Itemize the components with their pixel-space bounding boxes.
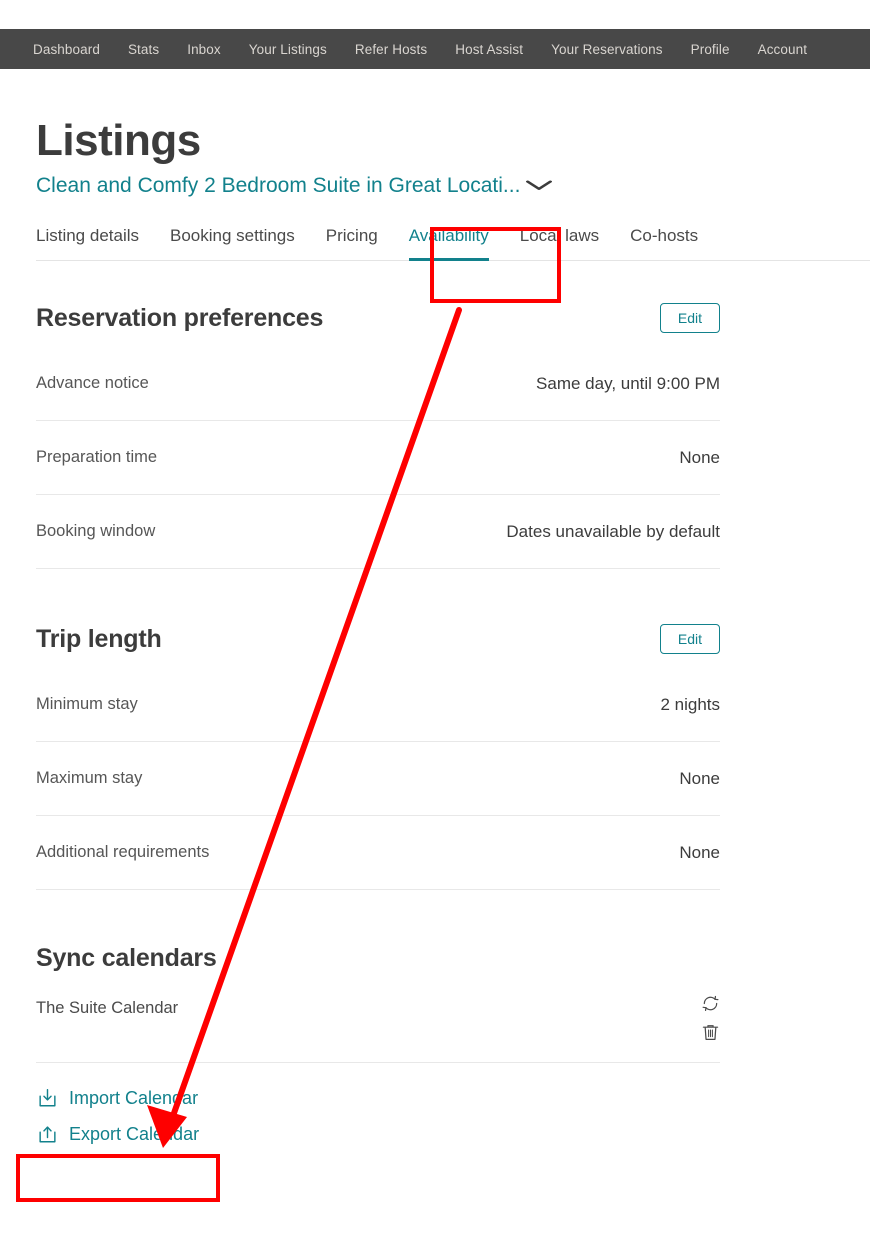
- nav-item-your-reservations[interactable]: Your Reservations: [551, 42, 663, 57]
- preparation-time-value: None: [679, 447, 720, 467]
- booking-window-value: Dates unavailable by default: [506, 521, 720, 541]
- calendar-links: Import Calendar Export Calendar: [36, 1080, 720, 1152]
- reservation-preferences-section: Reservation preferences Edit Advance not…: [36, 303, 720, 570]
- table-row: Minimum stay 2 nights: [36, 668, 720, 743]
- tab-co-hosts[interactable]: Co-hosts: [630, 226, 698, 260]
- reservation-preferences-header: Reservation preferences Edit: [36, 303, 720, 334]
- table-row: Booking window Dates unavailable by defa…: [36, 495, 720, 570]
- additional-requirements-value: None: [679, 842, 720, 862]
- tab-local-laws[interactable]: Local laws: [520, 226, 599, 260]
- trip-length-title: Trip length: [36, 624, 162, 653]
- edit-reservation-preferences-button[interactable]: Edit: [659, 303, 720, 334]
- table-row: Additional requirements None: [36, 816, 720, 891]
- advance-notice-label: Advance notice: [36, 374, 149, 393]
- export-calendar-label: Export Calendar: [69, 1123, 200, 1144]
- export-calendar-link[interactable]: Export Calendar: [36, 1116, 236, 1152]
- import-icon: [36, 1087, 58, 1109]
- edit-trip-length-button[interactable]: Edit: [659, 624, 720, 655]
- annotation-box-export-calendar: [16, 1154, 220, 1202]
- synced-calendar-name: The Suite Calendar: [36, 999, 179, 1018]
- nav-item-dashboard[interactable]: Dashboard: [33, 42, 100, 57]
- minimum-stay-label: Minimum stay: [36, 695, 138, 714]
- advance-notice-value: Same day, until 9:00 PM: [536, 373, 720, 393]
- nav-item-account[interactable]: Account: [758, 42, 807, 57]
- sync-calendars-header: Sync calendars: [36, 944, 720, 973]
- table-row: Preparation time None: [36, 421, 720, 496]
- additional-requirements-label: Additional requirements: [36, 843, 210, 862]
- reservation-preferences-title: Reservation preferences: [36, 303, 324, 332]
- listing-selector-label: Clean and Comfy 2 Bedroom Suite in Great…: [36, 174, 521, 198]
- sync-calendar-actions: [700, 993, 720, 1042]
- nav-item-host-assist[interactable]: Host Assist: [455, 42, 523, 57]
- booking-window-label: Booking window: [36, 522, 156, 541]
- import-calendar-label: Import Calendar: [69, 1087, 199, 1108]
- tab-pricing[interactable]: Pricing: [326, 226, 378, 260]
- trash-icon[interactable]: [700, 1022, 720, 1042]
- nav-item-refer-hosts[interactable]: Refer Hosts: [355, 42, 427, 57]
- nav-item-your-listings[interactable]: Your Listings: [249, 42, 327, 57]
- minimum-stay-value: 2 nights: [660, 694, 720, 714]
- nav-item-inbox[interactable]: Inbox: [187, 42, 221, 57]
- chevron-down-icon: [526, 179, 553, 193]
- trip-length-section: Trip length Edit Minimum stay 2 nights M…: [36, 624, 720, 891]
- listing-selector-dropdown[interactable]: Clean and Comfy 2 Bedroom Suite in Great…: [36, 174, 576, 198]
- page-title: Listings: [36, 116, 201, 165]
- sync-calendars-section: Sync calendars The Suite Calendar Import…: [36, 944, 720, 1152]
- listing-tabs: Listing details Booking settings Pricing…: [36, 226, 870, 262]
- preparation-time-label: Preparation time: [36, 448, 158, 467]
- table-row: Maximum stay None: [36, 742, 720, 817]
- maximum-stay-label: Maximum stay: [36, 769, 143, 788]
- export-icon: [36, 1123, 58, 1145]
- top-white-strip: [0, 0, 870, 29]
- maximum-stay-value: None: [679, 768, 720, 788]
- table-row: Advance notice Same day, until 9:00 PM: [36, 347, 720, 422]
- page-content: Listings Clean and Comfy 2 Bedroom Suite…: [0, 69, 870, 1152]
- nav-item-stats[interactable]: Stats: [128, 42, 159, 57]
- trip-length-header: Trip length Edit: [36, 624, 720, 655]
- refresh-icon[interactable]: [700, 993, 720, 1013]
- import-calendar-link[interactable]: Import Calendar: [36, 1080, 236, 1116]
- sync-calendars-title: Sync calendars: [36, 944, 217, 973]
- tab-availability[interactable]: Availability: [408, 226, 489, 262]
- global-navigation-bar: Dashboard Stats Inbox Your Listings Refe…: [0, 29, 870, 69]
- list-item: The Suite Calendar: [36, 993, 720, 1064]
- tab-listing-details[interactable]: Listing details: [36, 226, 139, 260]
- tab-booking-settings[interactable]: Booking settings: [170, 226, 295, 260]
- nav-item-profile[interactable]: Profile: [691, 42, 730, 57]
